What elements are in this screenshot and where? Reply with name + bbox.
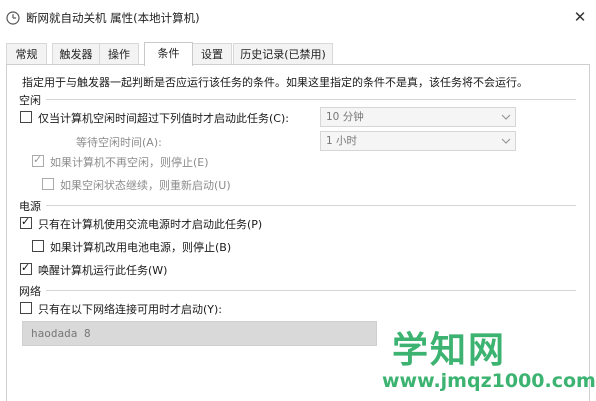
- stop-if-not-idle-checkbox[interactable]: [32, 153, 44, 167]
- watermark-logo: 学知网: [392, 330, 507, 371]
- network-group-divider: [46, 290, 576, 291]
- power-group-divider: [46, 205, 576, 206]
- tab-strip: 常规 触发器 操作 条件 设置 历史记录(已禁用): [6, 42, 590, 66]
- idle-duration-value: 10 分钟: [326, 111, 364, 123]
- restart-if-idle-checkbox[interactable]: [42, 178, 54, 190]
- tab-triggers[interactable]: 触发器: [52, 43, 100, 65]
- idle-duration-select[interactable]: 10 分钟: [320, 107, 516, 127]
- wake-computer-checkbox[interactable]: [20, 261, 32, 275]
- wait-idle-label: 等待空闲时间(A):: [76, 136, 162, 149]
- wait-duration-select[interactable]: 1 小时: [320, 131, 516, 151]
- window-title: 断网就自动关机 属性(本地计算机): [26, 11, 200, 25]
- chevron-down-icon: [501, 132, 511, 150]
- chevron-down-icon: [501, 108, 511, 126]
- network-name-value: haodada 8: [31, 327, 91, 340]
- close-icon: ✕: [573, 8, 587, 26]
- clock-icon: [6, 11, 20, 25]
- network-select[interactable]: haodada 8: [22, 321, 377, 346]
- close-button[interactable]: ✕: [568, 6, 592, 28]
- power-group-label: 电源: [19, 200, 41, 213]
- tab-general[interactable]: 常规: [6, 43, 47, 65]
- network-only-checkbox[interactable]: [20, 302, 32, 314]
- watermark-url: www.jmqz1000.com: [382, 370, 596, 392]
- tab-conditions[interactable]: 条件: [144, 42, 193, 66]
- wait-duration-value: 1 小时: [326, 135, 358, 147]
- title-bar: 断网就自动关机 属性(本地计算机) ✕: [0, 0, 596, 34]
- idle-group-divider: [46, 99, 576, 100]
- stop-on-battery-label: 如果计算机改用电池电源，则停止(B): [50, 241, 232, 254]
- tab-actions[interactable]: 操作: [99, 43, 139, 65]
- network-group-label: 网络: [19, 285, 41, 298]
- start-only-if-idle-checkbox[interactable]: [20, 111, 32, 123]
- network-only-label: 只有在以下网络连接可用时才启动(Y):: [38, 303, 223, 316]
- ac-power-only-label: 只有在计算机使用交流电源时才启动此任务(P): [38, 218, 263, 231]
- idle-group-label: 空闲: [19, 94, 41, 107]
- stop-on-battery-checkbox[interactable]: [32, 240, 44, 252]
- tab-settings[interactable]: 设置: [192, 43, 232, 65]
- ac-power-only-checkbox[interactable]: [20, 215, 32, 229]
- conditions-description: 指定用于与触发器一起判断是否应运行该任务的条件。如果这里指定的条件不是真，该任务…: [22, 76, 528, 89]
- tab-history[interactable]: 历史记录(已禁用): [233, 43, 333, 65]
- restart-if-idle-label: 如果空闲状态继续，则重新启动(U): [60, 179, 231, 192]
- start-only-if-idle-label: 仅当计算机空闲时间超过下列值时才启动此任务(C):: [38, 112, 289, 125]
- stop-if-not-idle-label: 如果计算机不再空闲，则停止(E): [50, 156, 209, 169]
- wake-computer-label: 唤醒计算机运行此任务(W): [38, 264, 168, 277]
